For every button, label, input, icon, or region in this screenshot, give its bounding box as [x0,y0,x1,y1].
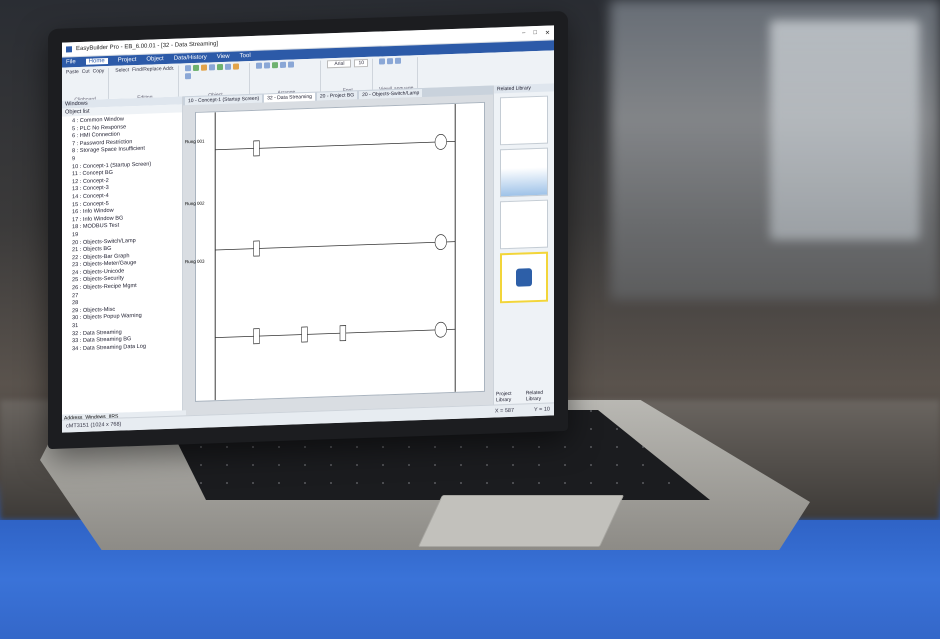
find-replace-button[interactable]: Find/Replace Addr. [132,66,174,73]
menu-data-history[interactable]: Data/History [174,55,207,62]
rung-label: Rung 002 [185,200,205,207]
tab-related-library[interactable]: Related Library [526,389,554,403]
maximize-icon[interactable]: □ [533,30,537,37]
laptop-touchpad [417,495,625,547]
object-tool-icon[interactable] [217,63,224,71]
contact [253,140,260,157]
font-size-select[interactable]: 10 [354,58,368,68]
tab-concept-1[interactable]: 10 - Concept-1 (Startup Screen) [185,94,263,106]
window-controls: – □ ✕ [522,29,550,37]
arrange-tool-icon[interactable] [272,62,279,69]
laptop-lid: EasyBuilder Pro - EB_6.00.01 - [32 - Dat… [48,10,568,450]
cut-button[interactable]: Cut [82,69,90,75]
object-tool-icon[interactable] [225,63,232,70]
rung-line [215,241,456,251]
view-tool-icon[interactable] [395,57,401,64]
view-icons [379,57,409,65]
view-tool-icon[interactable] [387,58,393,65]
menu-object[interactable]: Object [146,56,163,63]
select-button[interactable]: Select [115,67,129,73]
tab-project-bg[interactable]: 20 - Project BG [316,91,358,101]
window-title: EasyBuilder Pro - EB_6.00.01 - [32 - Dat… [76,41,219,53]
contact [301,326,308,343]
status-resolution: cMT3151 (1024 x 768) [66,421,122,430]
font-name-select[interactable]: Arial [327,59,352,69]
object-tool-icon[interactable] [201,64,208,71]
menu-view[interactable]: View [217,54,230,60]
status-x: X = 587 [494,407,515,415]
object-tool-icon[interactable] [209,64,216,71]
object-icons [185,63,245,80]
coil [434,234,447,250]
object-tool-icon[interactable] [185,65,192,72]
object-tool-icon[interactable] [185,73,192,80]
contact [339,325,347,342]
library-tabs: Project Library Related Library [496,389,554,404]
windows-pane: Windows Object list 4 : Common Window 5 :… [62,96,183,421]
library-thumbnail[interactable] [500,95,548,146]
object-tool-icon[interactable] [233,63,240,70]
coil [434,321,447,338]
object-tool-icon[interactable] [193,64,200,72]
tab-objects-switch[interactable]: 20 - Objects-Switch/Lamp [359,89,423,100]
rung-label: Rung 001 [185,138,205,145]
library-thumbnail[interactable] [500,147,548,198]
menu-file[interactable]: File [66,59,76,65]
laptop-screen: EasyBuilder Pro - EB_6.00.01 - [32 - Dat… [62,25,554,433]
hand-touch-icon [516,268,532,287]
paste-button[interactable]: Paste [66,69,79,75]
contact [253,328,260,345]
ladder-diagram [214,103,456,401]
ribbon-group-clipboard: Paste Cut Copy Clipboard [66,67,110,104]
editor-area: 10 - Concept-1 (Startup Screen) 32 - Dat… [183,85,493,417]
library-thumbnail-selected[interactable] [500,251,548,304]
workspace: Windows Object list 4 : Common Window 5 :… [62,83,554,421]
ribbon-group-view-language: View/Language [379,57,419,93]
window-tree: 4 : Common Window 5 : PLC No Response 6 : … [62,112,182,354]
contact [253,240,260,257]
rung-line [215,141,456,151]
tab-project-library[interactable]: Project Library [496,390,523,404]
tab-data-streaming[interactable]: 32 - Data Streaming [264,92,315,103]
minimize-icon[interactable]: – [522,30,525,37]
status-y: Y = 10 [534,406,550,414]
menu-home[interactable]: Home [85,57,108,65]
menu-project[interactable]: Project [118,57,137,64]
library-thumbnail[interactable] [500,199,548,250]
close-icon[interactable]: ✕ [545,29,550,36]
app-icon [66,46,72,53]
coil [434,134,447,150]
library-pane: Related Library Project Library Related … [493,83,554,406]
view-tool-icon[interactable] [379,58,385,65]
library-pane-title: Related Library [494,83,554,94]
background-monitor [770,20,920,240]
arrange-icons [256,61,316,69]
menu-tool[interactable]: Tool [240,53,251,59]
arrange-tool-icon[interactable] [280,61,287,68]
arrange-tool-icon[interactable] [264,62,271,69]
ladder-canvas[interactable]: Rung 001 Rung 002 Rung 003 [185,101,485,402]
copy-button[interactable]: Copy [93,68,105,74]
arrange-tool-icon[interactable] [288,61,295,68]
arrange-tool-icon[interactable] [256,62,263,69]
rung-label: Rung 003 [185,258,205,265]
rung-line [215,328,456,339]
